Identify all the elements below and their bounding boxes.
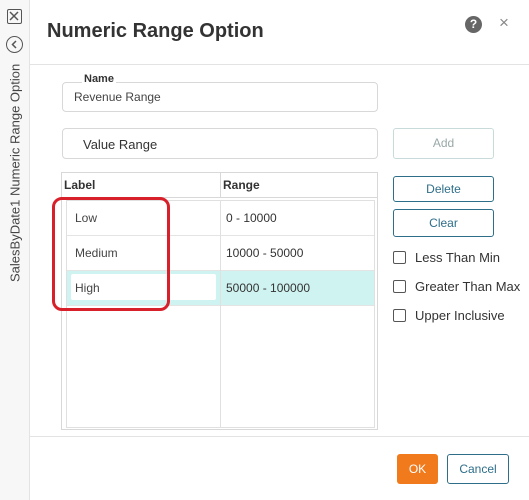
column-header-range[interactable]: Range — [220, 173, 378, 197]
clear-button[interactable]: Clear — [393, 209, 494, 237]
value-range-text[interactable]: Value Range — [83, 137, 157, 152]
dialog-title: Numeric Range Option — [47, 20, 264, 42]
side-panel-title: SalesByDate1 Numeric Range Option — [7, 63, 23, 283]
less-than-min-checkbox[interactable] — [393, 251, 406, 264]
upper-inclusive-label: Upper Inclusive — [415, 308, 505, 323]
close-icon[interactable]: × — [497, 14, 511, 32]
close-box-icon[interactable] — [7, 9, 22, 24]
delete-button[interactable]: Delete — [393, 176, 494, 202]
header-divider — [30, 64, 529, 65]
row-range-cell[interactable]: 50000 - 100000 — [226, 281, 310, 295]
help-icon[interactable]: ? — [465, 16, 482, 33]
numeric-range-dialog: SalesByDate1 Numeric Range Option Numeri… — [0, 0, 529, 500]
row-range-cell[interactable]: 10000 - 50000 — [226, 246, 303, 260]
name-field-value[interactable]: Revenue Range — [74, 90, 161, 104]
cancel-button[interactable]: Cancel — [447, 454, 509, 484]
add-button[interactable]: Add — [393, 128, 494, 159]
footer-divider — [30, 436, 529, 437]
greater-than-max-label: Greater Than Max — [415, 279, 521, 294]
chevron-left-circle-icon[interactable] — [6, 36, 23, 53]
ok-button[interactable]: OK — [397, 454, 438, 484]
highlight-annotation — [52, 197, 170, 311]
side-panel: SalesByDate1 Numeric Range Option — [0, 0, 30, 500]
column-divider — [220, 200, 221, 428]
upper-inclusive-checkbox[interactable] — [393, 309, 406, 322]
row-range-cell[interactable]: 0 - 10000 — [226, 211, 277, 225]
name-field-label: Name — [82, 73, 116, 85]
greater-than-max-checkbox[interactable] — [393, 280, 406, 293]
column-header-label[interactable]: Label — [62, 173, 220, 197]
less-than-min-label: Less Than Min — [415, 250, 501, 265]
